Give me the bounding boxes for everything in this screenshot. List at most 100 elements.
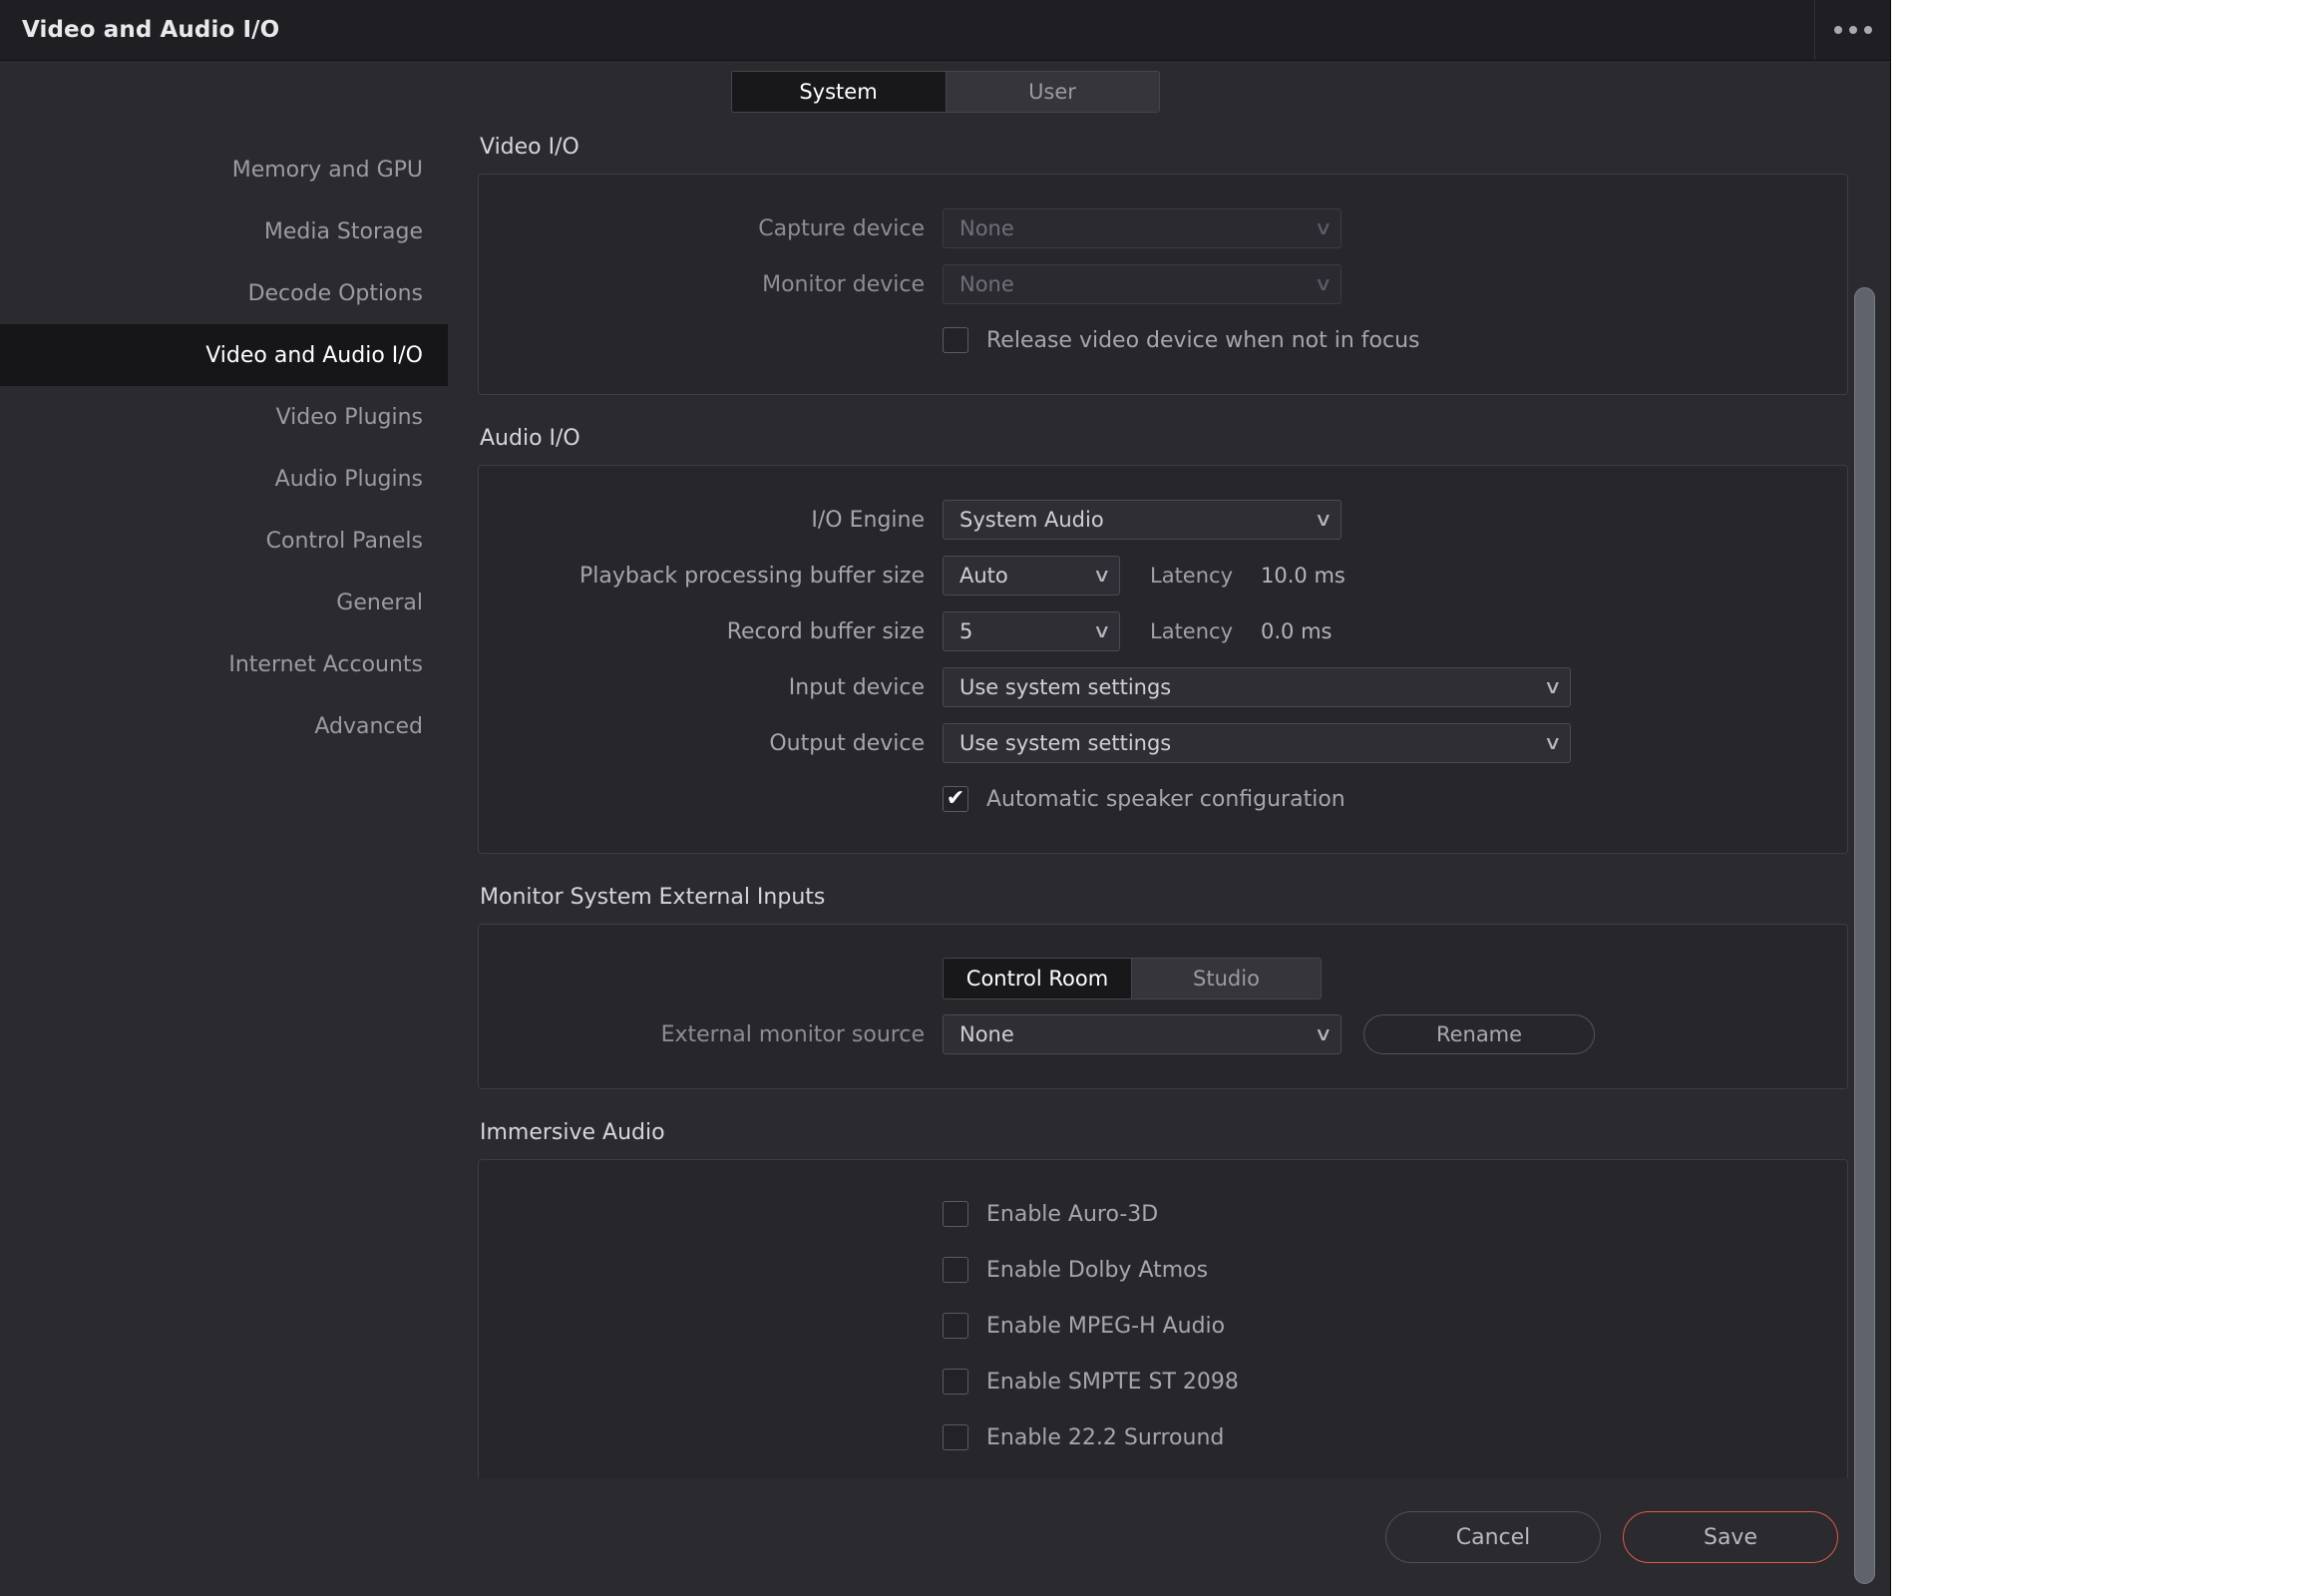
monitor-device-value: None bbox=[959, 272, 1014, 296]
io-engine-select[interactable]: System Audio ∨ bbox=[943, 500, 1341, 540]
external-monitor-source-label: External monitor source bbox=[660, 1021, 925, 1047]
sidebar-item-video-plugins[interactable]: Video Plugins bbox=[0, 386, 448, 448]
output-device-select[interactable]: Use system settings ∨ bbox=[943, 723, 1571, 763]
capture-device-label: Capture device bbox=[758, 215, 925, 241]
record-buffer-row: Record buffer size 5 ∨ Latency 0.0 ms bbox=[479, 603, 1847, 659]
enable-dolby-atmos-checkbox[interactable]: ✔ bbox=[943, 1257, 968, 1283]
tab-studio[interactable]: Studio bbox=[1132, 959, 1321, 998]
io-engine-row: I/O Engine System Audio ∨ bbox=[479, 492, 1847, 548]
overflow-menu-icon[interactable] bbox=[1815, 0, 1890, 60]
release-video-device-checkbox[interactable]: ✔ bbox=[943, 327, 968, 353]
enable-auro-3d-checkbox[interactable]: ✔ bbox=[943, 1201, 968, 1227]
io-engine-value: System Audio bbox=[959, 508, 1104, 532]
monitor-external-group: Control Room Studio External monitor sou… bbox=[478, 924, 1848, 1089]
playback-buffer-label: Playback processing buffer size bbox=[578, 563, 925, 589]
settings-scroll-pane: Video I/O Capture device None ∨ Monitor … bbox=[478, 123, 1848, 1478]
tab-user[interactable]: User bbox=[946, 72, 1159, 112]
enable-smpte-st-2098-checkbox[interactable]: ✔ bbox=[943, 1369, 968, 1395]
auto-speaker-label: Automatic speaker configuration bbox=[986, 786, 1345, 812]
sidebar-item-advanced[interactable]: Advanced bbox=[0, 695, 448, 757]
audio-io-group: I/O Engine System Audio ∨ Playback proce… bbox=[478, 465, 1848, 854]
video-io-group: Capture device None ∨ Monitor device Non… bbox=[478, 174, 1848, 395]
tab-control-room[interactable]: Control Room bbox=[944, 959, 1132, 998]
rename-button[interactable]: Rename bbox=[1363, 1014, 1595, 1054]
dot-1 bbox=[1833, 26, 1842, 34]
capture-device-row: Capture device None ∨ bbox=[479, 200, 1847, 256]
chevron-down-icon: ∨ bbox=[1092, 564, 1112, 587]
scope-tabs: System User bbox=[0, 61, 1890, 123]
sidebar-nav: Memory and GPU Media Storage Decode Opti… bbox=[0, 123, 448, 1596]
immersive-audio-group: ✔ Enable Auro-3D ✔ Enable Dolby Atmos bbox=[478, 1159, 1848, 1478]
monitor-target-segmented-control: Control Room Studio bbox=[943, 958, 1322, 999]
input-device-label: Input device bbox=[788, 674, 925, 700]
auto-speaker-row: ✔ Automatic speaker configuration bbox=[479, 771, 1847, 827]
title-bar: Video and Audio I/O bbox=[0, 0, 1890, 61]
monitor-device-label: Monitor device bbox=[762, 271, 925, 297]
dialog-body: Memory and GPU Media Storage Decode Opti… bbox=[0, 123, 1890, 1596]
scrollbar-thumb[interactable] bbox=[1854, 287, 1875, 1584]
playback-buffer-value: Auto bbox=[959, 564, 1008, 588]
sidebar-item-video-and-audio-io[interactable]: Video and Audio I/O bbox=[0, 324, 448, 386]
enable-22-2-surround-checkbox[interactable]: ✔ bbox=[943, 1424, 968, 1450]
record-buffer-value: 5 bbox=[959, 619, 973, 643]
window-title: Video and Audio I/O bbox=[22, 17, 280, 43]
save-button[interactable]: Save bbox=[1623, 1511, 1838, 1563]
sidebar-item-audio-plugins[interactable]: Audio Plugins bbox=[0, 448, 448, 510]
enable-22-2-surround-row: ✔ Enable 22.2 Surround bbox=[479, 1409, 1847, 1465]
video-io-section-title: Video I/O bbox=[480, 135, 579, 160]
record-latency-label: Latency bbox=[1150, 619, 1234, 643]
enable-smpte-st-2098-label: Enable SMPTE ST 2098 bbox=[986, 1369, 1239, 1395]
audio-io-section-title: Audio I/O bbox=[480, 426, 580, 451]
enable-dolby-atmos-label: Enable Dolby Atmos bbox=[986, 1257, 1209, 1283]
release-video-device-row: ✔ Release video device when not in focus bbox=[479, 312, 1847, 368]
tab-system[interactable]: System bbox=[731, 72, 947, 112]
chevron-down-icon: ∨ bbox=[1314, 272, 1334, 295]
record-buffer-select[interactable]: 5 ∨ bbox=[943, 611, 1120, 651]
enable-mpeg-h-audio-checkbox[interactable]: ✔ bbox=[943, 1313, 968, 1339]
cancel-button[interactable]: Cancel bbox=[1385, 1511, 1601, 1563]
input-device-value: Use system settings bbox=[959, 675, 1172, 699]
external-monitor-source-row: External monitor source None ∨ Rename bbox=[479, 1006, 1847, 1062]
playback-buffer-row: Playback processing buffer size Auto ∨ L… bbox=[479, 548, 1847, 603]
sidebar-item-general[interactable]: General bbox=[0, 572, 448, 633]
record-buffer-label: Record buffer size bbox=[726, 618, 925, 644]
capture-device-select[interactable]: None ∨ bbox=[943, 208, 1341, 248]
monitor-external-seg-row: Control Room Studio bbox=[479, 951, 1847, 1006]
sidebar-item-memory-and-gpu[interactable]: Memory and GPU bbox=[0, 139, 448, 200]
capture-device-value: None bbox=[959, 216, 1014, 240]
sidebar-item-media-storage[interactable]: Media Storage bbox=[0, 200, 448, 262]
sidebar-item-internet-accounts[interactable]: Internet Accounts bbox=[0, 633, 448, 695]
input-device-select[interactable]: Use system settings ∨ bbox=[943, 667, 1571, 707]
scope-segmented-control: System User bbox=[730, 71, 1160, 113]
monitor-device-select[interactable]: None ∨ bbox=[943, 264, 1341, 304]
record-latency-value: 0.0 ms bbox=[1261, 619, 1333, 643]
immersive-audio-section-title: Immersive Audio bbox=[480, 1120, 665, 1145]
external-monitor-source-select[interactable]: None ∨ bbox=[943, 1014, 1341, 1054]
playback-latency-value: 10.0 ms bbox=[1261, 564, 1345, 588]
playback-buffer-select[interactable]: Auto ∨ bbox=[943, 556, 1120, 596]
enable-auro-3d-row: ✔ Enable Auro-3D bbox=[479, 1186, 1847, 1242]
chevron-down-icon: ∨ bbox=[1543, 675, 1563, 698]
enable-22-2-surround-label: Enable 22.2 Surround bbox=[986, 1424, 1225, 1450]
chevron-down-icon: ∨ bbox=[1314, 508, 1334, 531]
enable-auro-3d-label: Enable Auro-3D bbox=[986, 1201, 1159, 1227]
enable-smpte-st-2098-row: ✔ Enable SMPTE ST 2098 bbox=[479, 1354, 1847, 1409]
io-engine-label: I/O Engine bbox=[811, 507, 925, 533]
external-monitor-source-value: None bbox=[959, 1022, 1014, 1046]
enable-dolby-atmos-row: ✔ Enable Dolby Atmos bbox=[479, 1242, 1847, 1298]
output-device-row: Output device Use system settings ∨ bbox=[479, 715, 1847, 771]
auto-speaker-checkbox[interactable]: ✔ bbox=[943, 786, 968, 812]
release-video-device-label: Release video device when not in focus bbox=[986, 327, 1420, 353]
settings-content: Video I/O Capture device None ∨ Monitor … bbox=[448, 123, 1890, 1596]
sidebar-item-control-panels[interactable]: Control Panels bbox=[0, 510, 448, 572]
chevron-down-icon: ∨ bbox=[1314, 1022, 1334, 1045]
enable-mpeg-h-audio-label: Enable MPEG-H Audio bbox=[986, 1313, 1226, 1339]
chevron-down-icon: ∨ bbox=[1092, 619, 1112, 642]
dot-2 bbox=[1848, 26, 1857, 34]
sidebar-item-decode-options[interactable]: Decode Options bbox=[0, 262, 448, 324]
chevron-down-icon: ∨ bbox=[1543, 731, 1563, 754]
vertical-scrollbar[interactable] bbox=[1854, 287, 1875, 1584]
chevron-down-icon: ∨ bbox=[1314, 216, 1334, 239]
monitor-external-section-title: Monitor System External Inputs bbox=[480, 885, 826, 910]
enable-mpeg-h-audio-row: ✔ Enable MPEG-H Audio bbox=[479, 1298, 1847, 1354]
